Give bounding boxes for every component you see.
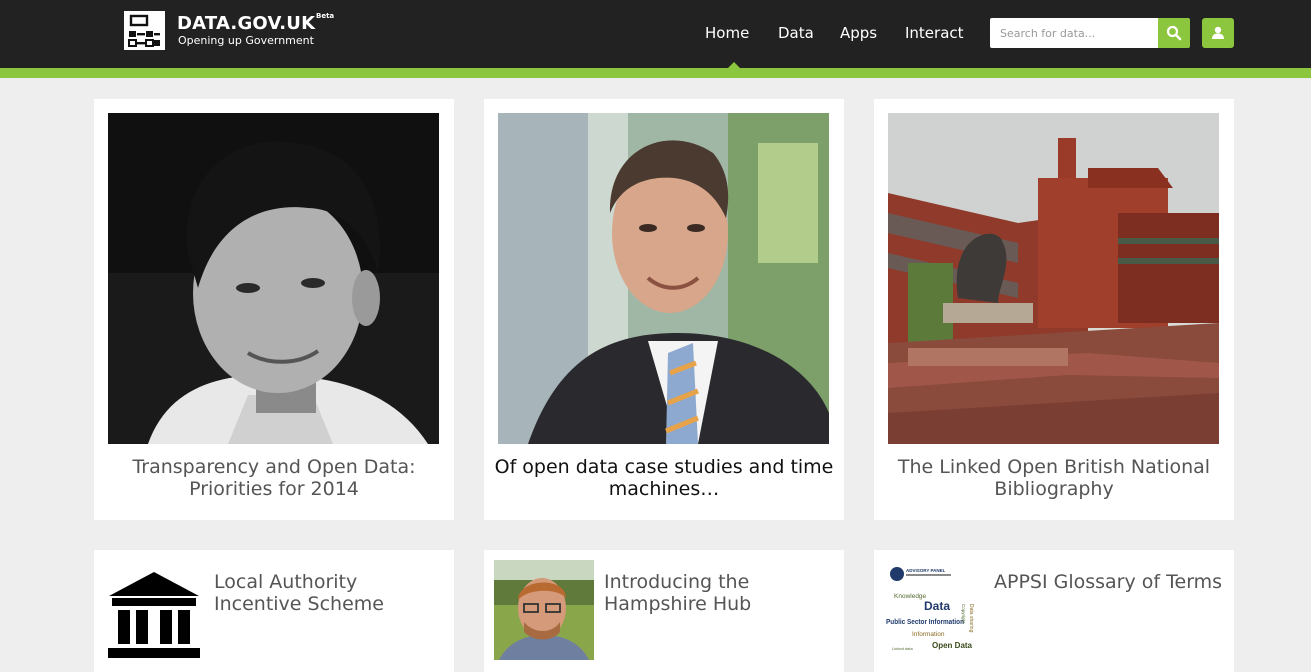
wordcloud-word: ADVISORY PANEL [906,568,946,573]
building-icon[interactable] [104,560,204,660]
site-tagline: Opening up Government [178,34,314,47]
active-nav-indicator [727,62,741,69]
search-input[interactable] [990,18,1158,48]
featured-title[interactable]: The Linked Open British National Bibliog… [884,456,1224,500]
wordcloud-word: Copyright [961,604,966,624]
nav-apps[interactable]: Apps [840,24,877,42]
wordcloud-word: Data sharing [968,604,974,633]
featured-card[interactable]: Of open data case studies and time machi… [484,99,844,520]
secondary-title[interactable]: APPSI Glossary of Terms [994,571,1224,593]
wordcloud-word: Public Sector Information [886,619,964,626]
wordcloud-word: Data [924,599,950,613]
featured-image-portrait-bw[interactable] [108,113,439,444]
thumbnail-word-cloud[interactable]: ADVISORY PANEL Knowledge Data Public Sec… [884,560,984,660]
header-accent-bar [0,68,1311,78]
featured-card[interactable]: The Linked Open British National Bibliog… [874,99,1234,520]
site-title[interactable]: DATA.GOV.UK [177,13,315,34]
search-button[interactable] [1158,18,1190,48]
nav-data[interactable]: Data [778,24,814,42]
featured-title[interactable]: Transparency and Open Data: Priorities f… [104,456,444,500]
secondary-title[interactable]: Introducing the Hampshire Hub [604,571,834,615]
thumbnail-portrait-glasses[interactable] [494,560,594,660]
wordcloud-word: Information [912,631,945,638]
user-account-button[interactable] [1202,18,1234,48]
search-icon [1166,25,1182,41]
featured-title[interactable]: Of open data case studies and time machi… [494,456,834,500]
user-icon [1212,26,1224,39]
featured-card[interactable]: Transparency and Open Data: Priorities f… [94,99,454,520]
nav-home[interactable]: Home [705,24,749,42]
wordcloud-word: Knowledge [894,593,927,600]
wordcloud-word: Linked data [892,646,913,651]
featured-image-portrait-suit[interactable] [498,113,829,444]
beta-badge: Beta [316,12,335,20]
secondary-card[interactable]: ADVISORY PANEL Knowledge Data Public Sec… [874,550,1234,672]
wordcloud-word: Open Data [932,641,973,650]
secondary-card[interactable]: Introducing the Hampshire Hub [484,550,844,672]
secondary-card[interactable]: Local Authority Incentive Scheme [94,550,454,672]
secondary-title[interactable]: Local Authority Incentive Scheme [214,571,444,615]
featured-image-british-library[interactable] [888,113,1219,444]
site-logo-icon[interactable] [124,11,165,50]
nav-interact[interactable]: Interact [905,24,964,42]
